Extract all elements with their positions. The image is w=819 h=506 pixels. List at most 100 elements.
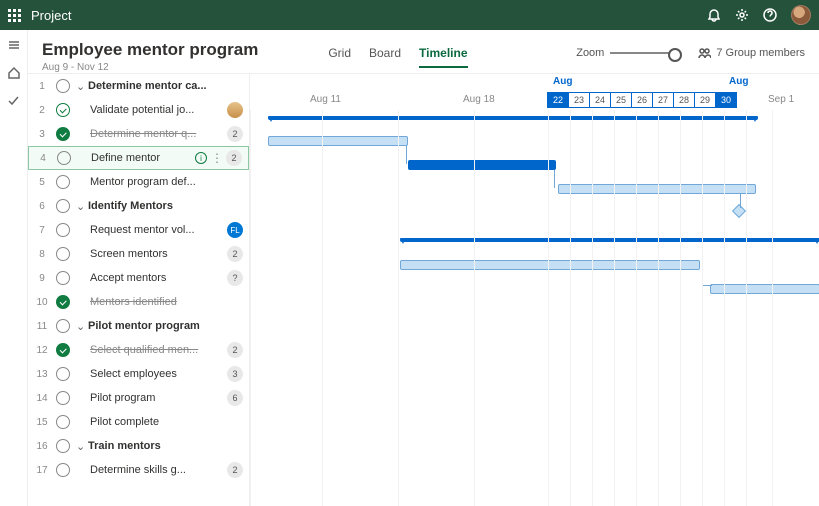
menu-icon[interactable]: [7, 38, 21, 52]
status-circle[interactable]: [56, 223, 70, 237]
day-cell[interactable]: 27: [652, 92, 674, 108]
tick-label: Aug 11: [310, 94, 341, 105]
zoom-slider[interactable]: [610, 52, 680, 54]
kebab-icon[interactable]: ⋮: [211, 151, 222, 165]
status-circle[interactable]: [56, 271, 70, 285]
day-cell[interactable]: 23: [568, 92, 590, 108]
status-circle[interactable]: [56, 415, 70, 429]
task-row[interactable]: 16 ⌄Train mentors: [28, 434, 249, 458]
task-label: Train mentors: [88, 440, 243, 452]
notification-icon[interactable]: [707, 8, 721, 22]
view-timeline[interactable]: Timeline: [419, 46, 467, 68]
day-cell[interactable]: 25: [610, 92, 632, 108]
view-board[interactable]: Board: [369, 46, 401, 68]
row-number: 12: [34, 345, 50, 356]
project-title: Employee mentor program: [42, 40, 258, 60]
task-label: Determine mentor q...: [76, 128, 223, 140]
task-list: 1⌄Determine mentor ca...2Validate potent…: [28, 74, 250, 506]
tick-label: Aug 18: [463, 94, 495, 105]
row-number: 16: [34, 441, 50, 452]
summary-bar[interactable]: [400, 238, 819, 242]
task-label: Determine skills g...: [76, 464, 223, 476]
task-row[interactable]: 12Select qualified men...2: [28, 338, 249, 362]
status-circle[interactable]: [56, 175, 70, 189]
task-label: Mentor program def...: [76, 176, 243, 188]
assignee-avatar[interactable]: [227, 102, 243, 118]
group-members[interactable]: 7 Group members: [698, 46, 805, 59]
count-badge: FL: [227, 222, 243, 238]
task-row[interactable]: 5Mentor program def...: [28, 170, 249, 194]
day-cell[interactable]: 26: [631, 92, 653, 108]
task-row[interactable]: 10Mentors identified: [28, 290, 249, 314]
info-icon[interactable]: i: [195, 152, 207, 164]
chevron-down-icon[interactable]: ⌄: [76, 320, 86, 333]
status-circle[interactable]: [57, 151, 71, 165]
status-circle[interactable]: [56, 367, 70, 381]
day-cell[interactable]: 24: [589, 92, 611, 108]
settings-icon[interactable]: [735, 8, 749, 22]
month-label: Aug: [553, 76, 572, 87]
check-icon[interactable]: [7, 94, 21, 108]
chevron-down-icon[interactable]: ⌄: [76, 80, 86, 93]
day-cell[interactable]: 22: [547, 92, 569, 108]
day-cell[interactable]: 29: [694, 92, 716, 108]
chevron-down-icon[interactable]: ⌄: [76, 440, 86, 453]
status-circle[interactable]: [56, 127, 70, 141]
timeline-pane[interactable]: Aug Aug Aug 11 Aug 18 Sep 1 222324252627…: [250, 74, 819, 506]
row-number: 3: [34, 129, 50, 140]
day-cell[interactable]: 28: [673, 92, 695, 108]
task-label: Select employees: [76, 368, 223, 380]
task-row[interactable]: 3Determine mentor q...2: [28, 122, 249, 146]
task-label: Validate potential jo...: [76, 104, 223, 116]
row-number: 17: [34, 465, 50, 476]
milestone[interactable]: [732, 204, 746, 218]
row-number: 8: [34, 249, 50, 260]
task-row[interactable]: 2 Validate potential jo...: [28, 98, 249, 122]
count-badge: 3: [227, 366, 243, 382]
status-circle[interactable]: [56, 79, 70, 93]
status-circle[interactable]: [56, 247, 70, 261]
status-circle[interactable]: [56, 439, 70, 453]
user-avatar[interactable]: [791, 5, 811, 25]
task-row[interactable]: 15Pilot complete: [28, 410, 249, 434]
task-bar[interactable]: [710, 284, 819, 294]
view-grid[interactable]: Grid: [328, 46, 351, 68]
status-circle[interactable]: [56, 319, 70, 333]
status-circle[interactable]: [56, 391, 70, 405]
task-label: Pilot program: [76, 392, 223, 404]
status-circle[interactable]: [56, 295, 70, 309]
day-selector[interactable]: 222324252627282930: [548, 92, 737, 108]
task-bar[interactable]: [268, 136, 408, 146]
task-row[interactable]: 17 Determine skills g... 2: [28, 458, 249, 482]
task-label: Pilot complete: [76, 416, 243, 428]
task-bar[interactable]: [400, 260, 700, 270]
status-circle[interactable]: [56, 463, 70, 477]
row-number: 1: [34, 81, 50, 92]
task-bar[interactable]: [408, 160, 556, 170]
task-label: Define mentor: [77, 152, 191, 164]
task-row[interactable]: 4Define mentori⋮2: [28, 146, 249, 170]
app-launcher-icon[interactable]: [8, 9, 21, 22]
task-row[interactable]: 13Select employees3: [28, 362, 249, 386]
task-row[interactable]: 14Pilot program6: [28, 386, 249, 410]
summary-bar[interactable]: [268, 116, 758, 120]
status-circle[interactable]: [56, 103, 70, 117]
task-bar[interactable]: [558, 184, 756, 194]
day-cell[interactable]: 30: [715, 92, 737, 108]
status-circle[interactable]: [56, 343, 70, 357]
task-row[interactable]: 11⌄Pilot mentor program: [28, 314, 249, 338]
task-row[interactable]: 9Accept mentors?: [28, 266, 249, 290]
task-row[interactable]: 1⌄Determine mentor ca...: [28, 74, 249, 98]
tick-label: Sep 1: [768, 94, 794, 105]
chevron-down-icon[interactable]: ⌄: [76, 200, 86, 213]
help-icon[interactable]: [763, 8, 777, 22]
task-row[interactable]: 6⌄Identify Mentors: [28, 194, 249, 218]
task-row[interactable]: 7Request mentor vol...FL: [28, 218, 249, 242]
home-icon[interactable]: [7, 66, 21, 80]
row-number: 2: [34, 105, 50, 116]
count-badge: 2: [227, 462, 243, 478]
task-row[interactable]: 8Screen mentors2: [28, 242, 249, 266]
task-label: Request mentor vol...: [76, 224, 223, 236]
row-number: 10: [34, 297, 50, 308]
status-circle[interactable]: [56, 199, 70, 213]
